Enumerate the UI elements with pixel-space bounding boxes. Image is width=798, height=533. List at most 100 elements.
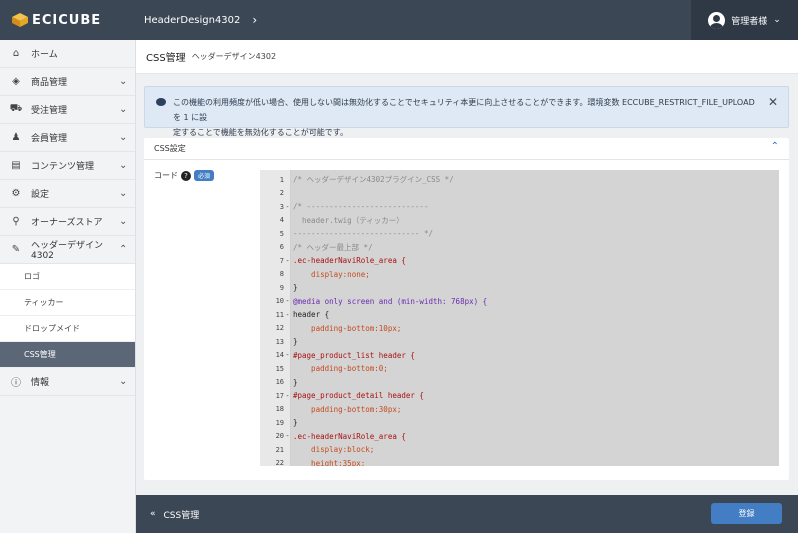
sidebar-item-label: 情報 [31,378,50,388]
help-icon[interactable]: ? [181,170,191,181]
line-number: 3 [279,202,284,211]
sidebar-item-customers[interactable]: ♟ 会員管理 ⌄ [0,124,135,152]
fold-marker-icon[interactable]: - [284,297,291,305]
code-text: } [293,377,298,387]
code-text: .ec-headerNaviRole_area { [293,431,406,441]
fold-marker-icon[interactable]: - [284,351,291,359]
main-content: CSS管理 ヘッダーデザイン4302 この機能の利用頻度が低い場合、使用しない間… [136,40,798,495]
sidebar-subitem-logo[interactable]: ロゴ [0,264,135,290]
footer-bar: « CSS管理 登録 [136,495,798,533]
sidebar-item-contents[interactable]: ▤ コンテンツ管理 ⌄ [0,152,135,180]
code-line: 18 padding-bottom:30px; [260,403,779,417]
sidebar-item-store[interactable]: ⚲ オーナーズストア ⌄ [0,208,135,236]
sidebar-item-info[interactable]: ⓘ 情報 ⌄ [0,368,135,396]
code-text: header.twig（ティッカー） [293,215,404,225]
close-icon[interactable]: ✕ [768,95,778,110]
logo-text: ECICUBE [32,12,102,28]
back-link[interactable]: « CSS管理 [150,508,199,521]
code-text: ---------------------------- */ [293,229,433,239]
code-label-text: コード [154,171,178,180]
code-line: 20- .ec-headerNaviRole_area { [260,430,779,444]
top-bar: ECICUBE HeaderDesign4302 › 管理者様 ⌄ [0,0,798,40]
fold-marker-icon[interactable]: - [284,203,291,211]
sidebar-item-settings[interactable]: ⚙ 設定 ⌄ [0,180,135,208]
line-number: 9 [279,283,284,292]
sidebar-item-label: ホーム [31,50,58,60]
code-text: } [293,283,298,293]
sidebar-subitem-dropdown[interactable]: ドロップメイド [0,316,135,342]
sidebar-subitem-label: ティッカー [24,298,64,307]
code-text: height:35px; [293,458,366,466]
css-code-editor[interactable]: 1/* ヘッダーデザイン4302プラグイン_CSS */2 3-/* ------… [260,170,779,466]
code-line: 19} [260,416,779,430]
chevron-down-icon: ⌄ [119,76,128,87]
fold-marker-icon[interactable]: - [284,311,291,319]
code-line: 10- @media only screen and (min-width: 76… [260,295,779,309]
code-text: .ec-headerNaviRole_area { [293,256,406,266]
breadcrumb-plugin[interactable]: HeaderDesign4302 [144,15,240,26]
file-icon: ▤ [11,160,21,171]
logo[interactable]: ECICUBE [0,0,136,40]
code-line: 2 [260,187,779,201]
line-number: 18 [275,405,284,414]
user-avatar-icon [708,11,726,29]
code-line: 3-/* --------------------------- [260,200,779,214]
sidebar-item-label: 設定 [31,190,50,200]
comment-icon [156,98,166,106]
code-text: #page_product_detail header { [293,391,424,401]
line-number: 20 [275,432,284,441]
users-icon: ♟ [11,132,21,143]
sidebar-subitem-ticker[interactable]: ティッカー [0,290,135,316]
line-number: 16 [275,378,284,387]
code-line: 11- header { [260,308,779,322]
sidebar-subitem-css[interactable]: CSS管理 [0,342,135,368]
code-text: display:none; [293,269,370,279]
line-number: 19 [275,418,284,427]
chevron-right-icon: › [252,13,258,27]
page-subtitle: ヘッダーデザイン4302 [191,52,277,61]
sidebar-subitem-label: ドロップメイド [24,324,80,333]
chevron-down-icon: ⌄ [119,376,128,387]
code-text: padding-bottom:30px; [293,404,402,414]
user-name: 管理者様 [731,16,768,27]
line-number: 7 [279,256,284,265]
plug-icon: ⚲ [12,216,20,227]
code-text: padding-bottom:10px; [293,323,402,333]
line-number: 2 [279,189,284,198]
code-line: 6 /* ヘッダー最上部 */ [260,241,779,255]
page-title: CSS管理 [146,53,186,64]
line-number: 22 [275,459,284,466]
chevron-up-icon[interactable]: ⌃ [771,141,779,152]
sidebar-item-orders[interactable]: ⛟ 受注管理 ⌄ [0,96,135,124]
required-badge: 必須 [194,170,215,181]
fold-marker-icon[interactable]: - [284,257,291,265]
user-menu[interactable]: 管理者様 ⌄ [691,0,798,40]
code-line: 5 ---------------------------- */ [260,227,779,241]
pencil-icon: ✎ [11,244,21,255]
code-line: 15 padding-bottom:0; [260,362,779,376]
fold-marker-icon[interactable]: - [284,432,291,440]
back-label: CSS管理 [163,510,200,521]
sidebar-item-home[interactable]: ⌂ ホーム [0,40,135,68]
code-text: display:block; [293,445,375,455]
info-alert: この機能の利用頻度が低い場合、使用しない間は無効化することでセキュリティ本更に向… [144,86,789,137]
code-text: header { [293,310,330,320]
card-title: CSS設定 [154,144,186,153]
gear-icon: ⚙ [11,188,21,199]
line-number: 5 [279,229,284,238]
chevron-down-icon: ⌄ [119,104,128,115]
sidebar-item-header-design[interactable]: ✎ ヘッダーデザイン4302 ⌃ [0,236,135,264]
sidebar-item-label: ヘッダーデザイン4302 [31,241,104,261]
line-number: 13 [275,337,284,346]
sidebar-item-products[interactable]: ◈ 商品管理 ⌄ [0,68,135,96]
sidebar-item-label: コンテンツ管理 [31,162,95,172]
page-header: CSS管理 ヘッダーデザイン4302 [136,40,798,74]
code-line: 9} [260,281,779,295]
save-button[interactable]: 登録 [711,503,782,524]
fold-marker-icon[interactable]: - [284,392,291,400]
sidebar-subitem-label: ロゴ [24,272,40,281]
line-number: 4 [279,216,284,225]
sidebar-subitem-label: CSS管理 [24,350,56,359]
code-line: 7- .ec-headerNaviRole_area { [260,254,779,268]
chevron-down-icon: ⌄ [773,15,781,25]
